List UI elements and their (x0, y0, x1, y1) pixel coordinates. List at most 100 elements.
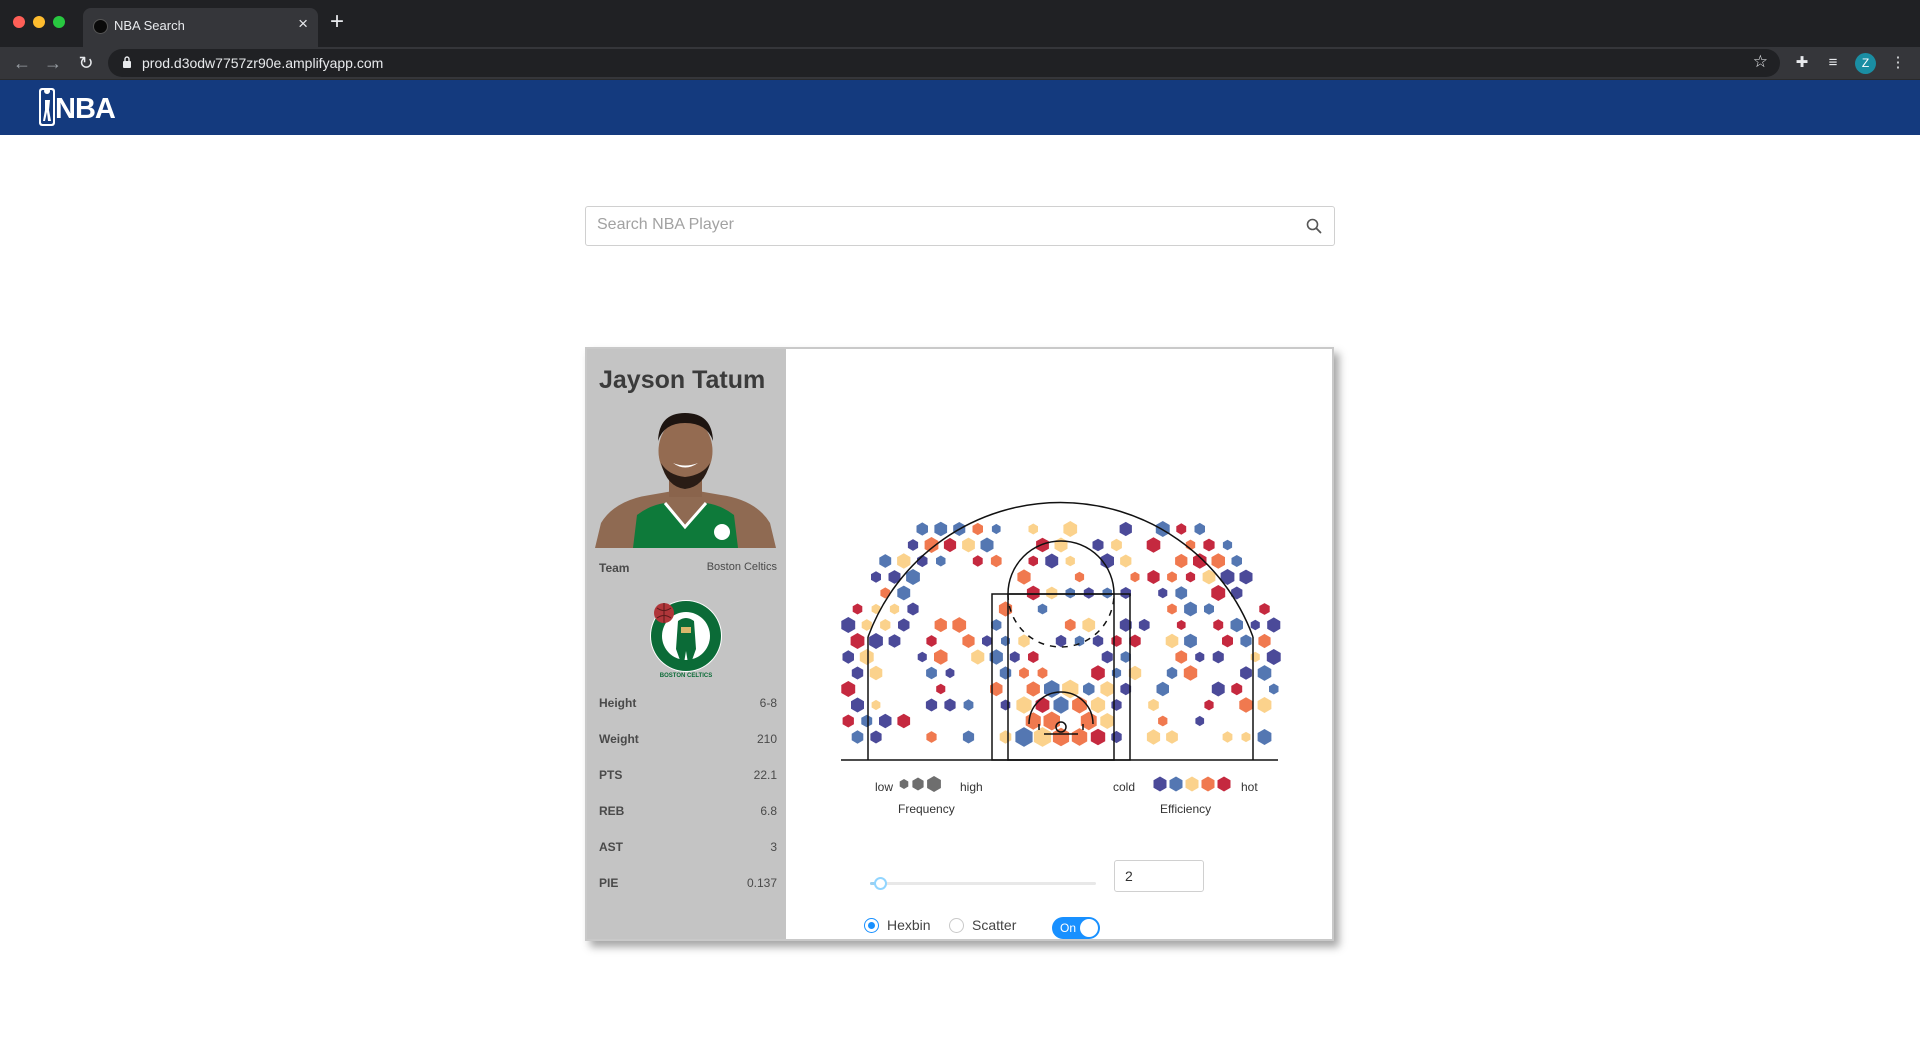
stat-value: 22.1 (753, 768, 777, 782)
shot-hexbin (850, 633, 865, 649)
search-icon[interactable] (1306, 218, 1322, 234)
extensions-puzzle-icon[interactable]: ✚ (1792, 53, 1812, 73)
stat-label: AST (599, 840, 623, 854)
reload-icon[interactable]: ↻ (74, 51, 98, 75)
bin-size-slider[interactable] (870, 874, 1096, 894)
shot-hexbin (1138, 618, 1150, 632)
efficiency-legend-hex (1185, 776, 1199, 792)
shot-hexbin (934, 617, 947, 633)
shot-hexbin (1158, 587, 1168, 599)
shot-hexbin (936, 683, 946, 695)
shot-hexbin (972, 522, 983, 536)
shot-hexbin (1146, 537, 1161, 553)
lock-icon (123, 56, 131, 68)
maximize-window-button[interactable] (53, 16, 65, 28)
frequency-legend-hex (927, 776, 941, 792)
shot-hexbin (851, 666, 864, 680)
stat-row-pts: PTS 22.1 (599, 768, 777, 786)
stat-row-reb: REB 6.8 (599, 804, 777, 822)
shot-hexbin (1146, 729, 1161, 745)
shot-hexbin (1043, 711, 1060, 731)
frequency-legend-hexes (899, 776, 941, 792)
shot-hexbin (972, 555, 983, 567)
back-arrow-icon[interactable]: ← (10, 51, 34, 75)
display-toggle-switch[interactable]: On (1052, 917, 1100, 939)
shot-hexbin (917, 651, 927, 663)
stat-row-weight: Weight 210 (599, 732, 777, 750)
shot-hexbin (1037, 667, 1048, 679)
shot-hexbin (991, 523, 1001, 535)
shot-hexbin (889, 603, 900, 615)
media-queue-icon[interactable]: ≡ (1823, 53, 1843, 73)
shot-hexbin (897, 713, 911, 729)
nba-logo-silhouette-icon (39, 88, 55, 126)
shot-hexbin (1175, 553, 1188, 569)
shot-hexbin (1183, 665, 1198, 681)
site-header: NBA (0, 80, 1920, 135)
shot-hexbin (1083, 587, 1094, 599)
player-card: Jayson Tatum Team Boston Celtics BOSTON … (585, 347, 1334, 941)
stat-value: 0.137 (746, 876, 777, 890)
bookmark-star-icon[interactable]: ☆ (1753, 52, 1768, 72)
address-bar[interactable]: prod.d3odw7757zr90e.amplifyapp.com ☆ (108, 49, 1780, 77)
nba-logo[interactable]: NBA (39, 88, 116, 126)
browser-tab[interactable]: NBA Search × (83, 8, 318, 47)
shot-hexbin (1028, 651, 1039, 663)
shot-hexbin (926, 635, 937, 647)
browser-menu-icon[interactable]: ⋮ (1888, 53, 1908, 73)
shot-hexbin (1111, 538, 1122, 552)
team-row: Team Boston Celtics (599, 561, 777, 579)
stat-label: PIE (599, 876, 619, 890)
shot-hexbin (1100, 713, 1115, 729)
stat-row-pie: PIE 0.137 (599, 876, 777, 894)
shot-hexbin (1074, 571, 1085, 583)
minimize-window-button[interactable] (33, 16, 45, 28)
shot-hexbin (1072, 696, 1087, 714)
tab-close-icon[interactable]: × (298, 15, 308, 32)
shot-hexbin (926, 731, 937, 743)
shot-hexbin (1212, 650, 1224, 664)
shot-hexbin (1120, 554, 1132, 568)
slider-track[interactable] (870, 882, 1096, 885)
shot-hexbin (1026, 585, 1040, 601)
shot-hexbin (952, 617, 967, 633)
shot-hexbin (1090, 696, 1106, 714)
shot-hexbin (841, 617, 856, 633)
efficiency-title: Efficiency (1160, 802, 1212, 816)
shot-hexbin (1176, 620, 1186, 630)
shot-hexbin (1184, 633, 1197, 649)
shot-hexbin (1184, 601, 1197, 617)
shot-hexbin (925, 698, 938, 712)
shot-hexbin (1101, 650, 1113, 664)
stat-value: 3 (770, 840, 777, 854)
search-input[interactable] (597, 216, 1277, 234)
shot-hexbin (1241, 731, 1251, 743)
team-logo-text: BOSTON CELTICS (660, 673, 712, 679)
shot-hexbin (1211, 585, 1226, 601)
stat-row-ast: AST 3 (599, 840, 777, 858)
forward-arrow-icon[interactable]: → (41, 51, 65, 75)
frequency-title: Frequency (898, 802, 955, 816)
shot-hexbin (1166, 730, 1178, 744)
slider-handle[interactable] (873, 877, 887, 890)
shot-hexbin (861, 714, 873, 728)
scatter-radio-dot[interactable] (949, 918, 964, 933)
nba-favicon-icon (93, 19, 108, 34)
shot-hexbin (907, 539, 919, 551)
shot-hexbin (1054, 537, 1068, 553)
shot-hexbin (1083, 682, 1095, 696)
shot-hexbin (945, 667, 955, 679)
bin-size-number-input[interactable]: 2 (1114, 860, 1204, 892)
shot-hexbin (1009, 651, 1020, 663)
shot-hexbin (870, 730, 882, 744)
frequency-high-label: high (960, 780, 983, 794)
shot-hexbin (1111, 635, 1122, 647)
shot-hexbin (1222, 539, 1233, 551)
close-window-button[interactable] (13, 16, 25, 28)
shot-hexbin (897, 585, 911, 601)
shot-chart-panel: low high Frequency cold hot Efficiency 2… (786, 349, 1332, 939)
profile-avatar[interactable]: Z (1855, 53, 1876, 74)
new-tab-icon[interactable]: + (330, 10, 344, 34)
shot-hexbin (871, 571, 881, 583)
hexbin-radio-dot[interactable] (864, 918, 879, 933)
